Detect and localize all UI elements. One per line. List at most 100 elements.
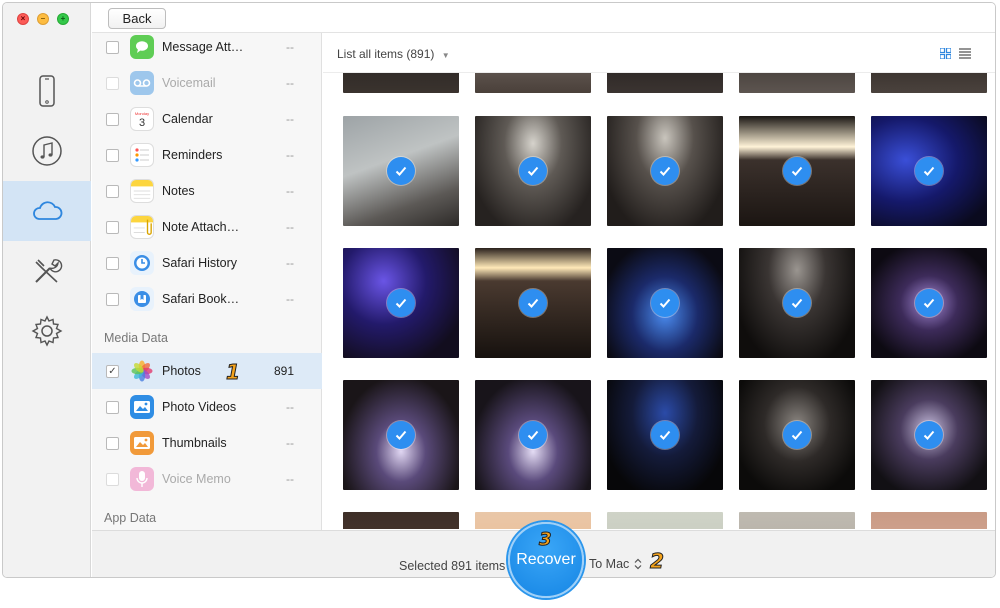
gear-icon [31, 315, 63, 347]
rail-item-icloud[interactable] [3, 181, 91, 241]
app-data-heading: App Data [104, 511, 157, 525]
photo-thumbnail[interactable] [343, 116, 459, 226]
category-checkbox[interactable] [106, 220, 119, 234]
category-row-safari-bookmarks[interactable]: Safari Book… -- [92, 281, 322, 317]
reminders-icon [130, 143, 154, 167]
category-label: Voicemail [162, 76, 216, 90]
category-row-note-attachments[interactable]: Note Attach… -- [92, 209, 322, 245]
selected-check-icon [387, 157, 415, 185]
calendar-icon: Monday 3 [130, 107, 154, 131]
category-checkbox[interactable] [106, 256, 119, 270]
photo-thumbnail[interactable] [871, 248, 987, 358]
category-row-photo-videos[interactable]: Photo Videos -- [92, 389, 322, 425]
selected-check-icon [651, 289, 679, 317]
safari-bookmark-icon [130, 287, 154, 311]
list-view-icon[interactable] [959, 48, 971, 59]
minimize-window-button[interactable]: – [37, 13, 49, 25]
category-label: Thumbnails [162, 436, 227, 450]
photo-thumbnail[interactable] [475, 116, 591, 226]
rail-item-device[interactable] [3, 61, 91, 121]
category-checkbox[interactable] [106, 148, 119, 162]
category-label: Calendar [162, 112, 213, 126]
category-count: -- [286, 148, 294, 162]
grid-view-icon[interactable] [940, 48, 951, 59]
top-bar: Back [92, 3, 995, 33]
notes-icon [130, 179, 154, 203]
message-attachment-icon [130, 35, 154, 59]
rail-item-tools[interactable] [3, 241, 91, 301]
rail-item-settings[interactable] [3, 301, 91, 361]
category-checkbox-checked[interactable]: ✓ [106, 364, 119, 378]
category-label: Message Att… [162, 40, 244, 54]
selected-check-icon [915, 157, 943, 185]
category-list: Message Att… -- Voicemail -- Monday 3 Cal… [92, 3, 322, 577]
photo-thumbnail[interactable] [343, 380, 459, 490]
photo-thumbnail[interactable] [871, 512, 987, 529]
category-count: -- [286, 292, 294, 306]
category-count: -- [286, 76, 294, 90]
back-button[interactable]: Back [108, 8, 166, 29]
rail-item-itunes[interactable] [3, 121, 91, 181]
step-badge-1: 1 [226, 360, 241, 385]
selected-count-text: Selected 891 items [399, 559, 506, 573]
photo-grid-panel: List all items (891) ▼ [323, 33, 995, 529]
icloud-icon [33, 201, 63, 220]
category-count: 891 [273, 364, 294, 378]
category-checkbox [106, 76, 119, 90]
photo-thumbnail[interactable] [607, 116, 723, 226]
category-row-safari-history[interactable]: Safari History -- [92, 245, 322, 281]
category-label: Voice Memo [162, 472, 231, 486]
selected-check-icon [783, 421, 811, 449]
photo-thumbnail[interactable] [607, 248, 723, 358]
photo-thumbnail[interactable] [871, 116, 987, 226]
step-badge-3: 3 [539, 529, 552, 551]
photo-thumbnail[interactable] [475, 248, 591, 358]
svg-text:3: 3 [139, 117, 145, 129]
photo-thumbnail[interactable] [343, 248, 459, 358]
photo-thumbnail[interactable] [739, 116, 855, 226]
photo-thumbnail[interactable] [343, 512, 459, 529]
category-checkbox[interactable] [106, 400, 119, 414]
selected-check-icon [387, 421, 415, 449]
category-row-calendar[interactable]: Monday 3 Calendar -- [92, 101, 322, 137]
selected-check-icon [783, 157, 811, 185]
category-checkbox[interactable] [106, 436, 119, 450]
selected-check-icon [387, 289, 415, 317]
selected-check-icon [519, 157, 547, 185]
safari-history-icon [130, 251, 154, 275]
selected-check-icon [915, 289, 943, 317]
photo-thumbnail[interactable] [607, 512, 723, 529]
category-row-voicemail: Voicemail -- [92, 65, 322, 101]
category-row-thumbnails[interactable]: Thumbnails -- [92, 425, 322, 461]
iphone-icon [39, 75, 55, 107]
list-filter-dropdown[interactable]: List all items (891) ▼ [337, 47, 450, 61]
category-checkbox[interactable] [106, 292, 119, 306]
note-attachment-icon [130, 215, 154, 239]
destination-selector[interactable]: To Mac [589, 557, 642, 571]
step-badge-2: 2 [650, 549, 665, 574]
photo-thumbnail[interactable] [739, 248, 855, 358]
category-row-notes[interactable]: Notes -- [92, 173, 322, 209]
photo-thumbnail[interactable] [739, 380, 855, 490]
photo-thumbnail[interactable] [739, 512, 855, 529]
close-window-button[interactable]: × [17, 13, 29, 25]
recover-label: Recover [516, 551, 576, 568]
photo-thumbnail[interactable] [607, 380, 723, 490]
category-row-message-attachments[interactable]: Message Att… -- [92, 29, 322, 65]
category-row-photos[interactable]: ✓ Photos 891 [92, 353, 322, 389]
category-count: -- [286, 400, 294, 414]
category-count: -- [286, 40, 294, 54]
chevron-down-icon: ▼ [441, 51, 450, 60]
zoom-window-button[interactable]: + [57, 13, 69, 25]
photo-thumbnail[interactable] [871, 380, 987, 490]
category-label: Safari Book… [162, 292, 240, 306]
category-label: Photos [162, 364, 201, 378]
category-checkbox[interactable] [106, 112, 119, 126]
side-rail: × – + [3, 3, 91, 577]
category-checkbox[interactable] [106, 40, 119, 54]
category-row-reminders[interactable]: Reminders -- [92, 137, 322, 173]
category-checkbox[interactable] [106, 184, 119, 198]
photo-thumbnail[interactable] [475, 380, 591, 490]
category-count: -- [286, 436, 294, 450]
destination-label: To Mac [589, 557, 630, 571]
